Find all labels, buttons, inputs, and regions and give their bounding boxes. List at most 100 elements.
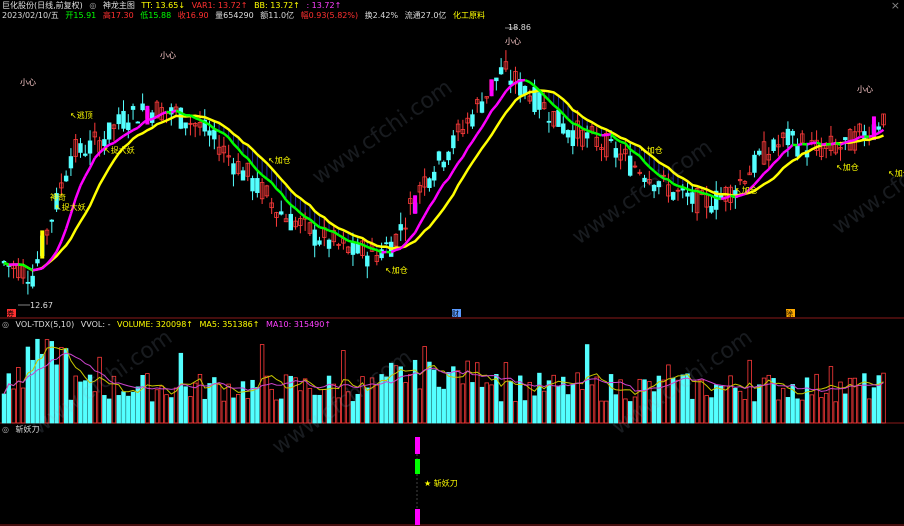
candle-body — [718, 195, 724, 198]
trend-line-segment — [620, 140, 626, 145]
trend-line-segment — [227, 136, 235, 145]
trend-line-segment — [457, 156, 464, 164]
volume-bar — [804, 377, 810, 424]
volume-bar — [279, 398, 284, 424]
candle-body — [479, 101, 485, 113]
trend-line-segment — [319, 226, 325, 230]
volume-bar — [231, 397, 236, 424]
candle-body — [470, 114, 475, 127]
trend-line-segment — [361, 243, 368, 249]
volume-bar — [498, 401, 504, 424]
volume-bar — [714, 384, 719, 424]
warning-label: 小心 — [160, 51, 176, 60]
trend-line-segment — [606, 133, 612, 137]
trend-line-segment — [433, 190, 441, 201]
candle-body — [436, 151, 442, 161]
catch-demon-label: ↖捉大妖 — [55, 202, 86, 212]
volume-bar — [733, 387, 738, 424]
volume-bar — [436, 386, 442, 424]
candle-body — [102, 139, 107, 147]
candle-body — [795, 145, 800, 157]
volume-bar — [589, 384, 595, 424]
volume-bar — [503, 362, 509, 424]
candle-body — [494, 77, 499, 82]
trend-line-segment — [218, 130, 225, 135]
volume-bar — [742, 399, 748, 424]
trend-line-segment — [797, 142, 803, 147]
volume-bar — [513, 400, 518, 424]
trend-line-segment — [576, 123, 584, 130]
trend-line-segment — [357, 241, 363, 246]
trend-line-segment — [347, 239, 354, 244]
candle-body — [126, 122, 131, 130]
trend-line-segment — [552, 104, 560, 111]
trend-line-segment — [504, 85, 512, 93]
highlight-candle — [413, 195, 418, 214]
trend-line-segment — [108, 141, 115, 146]
trend-line-segment — [806, 141, 813, 146]
trend-line-segment — [643, 161, 651, 168]
volume-bar — [422, 346, 427, 424]
candle-body — [757, 150, 762, 155]
volume-bar — [288, 375, 293, 424]
volume-bar — [800, 399, 805, 424]
candle-body — [365, 255, 370, 267]
candle-body — [255, 178, 260, 193]
trend-line-segment — [41, 263, 48, 270]
candle-body — [135, 121, 141, 124]
trend-line-segment — [854, 135, 861, 142]
volume-bar — [250, 379, 255, 424]
candle-body — [68, 156, 74, 169]
candle-body — [87, 140, 93, 154]
volume-bar — [484, 382, 489, 424]
trend-line-segment — [461, 147, 469, 158]
trend-line-segment — [720, 196, 727, 201]
volume-bar — [11, 388, 16, 424]
candle-body — [790, 130, 795, 136]
trend-line-segment — [596, 132, 602, 137]
volume-bar — [126, 395, 131, 424]
candle-body — [876, 126, 881, 130]
volume-bar — [780, 387, 786, 424]
trend-line-segment — [299, 212, 306, 218]
add-position-label: ↖加仓 — [836, 162, 859, 172]
volume-bar — [690, 398, 695, 424]
volume-bar — [164, 394, 169, 424]
trend-line-segment — [677, 184, 684, 189]
candle-body — [446, 151, 451, 161]
volume-bar — [541, 390, 547, 424]
trend-line-segment — [767, 162, 775, 171]
volume-bar — [522, 400, 528, 424]
candle-body — [326, 239, 332, 249]
trend-line-segment — [758, 172, 765, 180]
escape-top-label: ↖逃顶 — [70, 110, 93, 120]
candle-body — [565, 130, 571, 138]
trend-line-segment — [701, 191, 707, 196]
volume-bar — [283, 374, 289, 424]
trend-line-segment — [246, 157, 254, 166]
volume-bar — [819, 397, 824, 424]
trend-line-segment — [490, 104, 498, 112]
trend-line-segment — [84, 167, 92, 177]
trend-line-segment — [395, 247, 402, 252]
volume-bar — [833, 401, 838, 424]
trend-line-segment — [32, 268, 38, 272]
warning-label: 小心 — [505, 37, 521, 46]
trend-line-segment — [88, 157, 96, 169]
trend-line-segment — [337, 233, 344, 239]
candle-body — [608, 139, 614, 141]
candle-body — [384, 242, 389, 245]
trend-line-segment — [132, 126, 139, 132]
trend-line-segment — [323, 227, 330, 232]
chart-svg[interactable]: 18.8612.67小心小心小心小心↖逃顶↖捉大妖神奇↖捉大妖↖加仓↖加仓↖加仓… — [0, 0, 904, 526]
trend-line-segment — [117, 134, 125, 141]
trend-line-segment — [811, 141, 817, 145]
catch-demon-label: ↖捉大妖 — [104, 145, 135, 155]
candle-body — [556, 109, 561, 127]
trend-line-segment — [868, 134, 875, 138]
trend-line-segment — [418, 214, 426, 225]
volume-bar — [145, 373, 150, 424]
trend-line-segment — [237, 147, 244, 156]
trend-line-segment — [687, 188, 693, 192]
candle-body — [312, 229, 317, 246]
